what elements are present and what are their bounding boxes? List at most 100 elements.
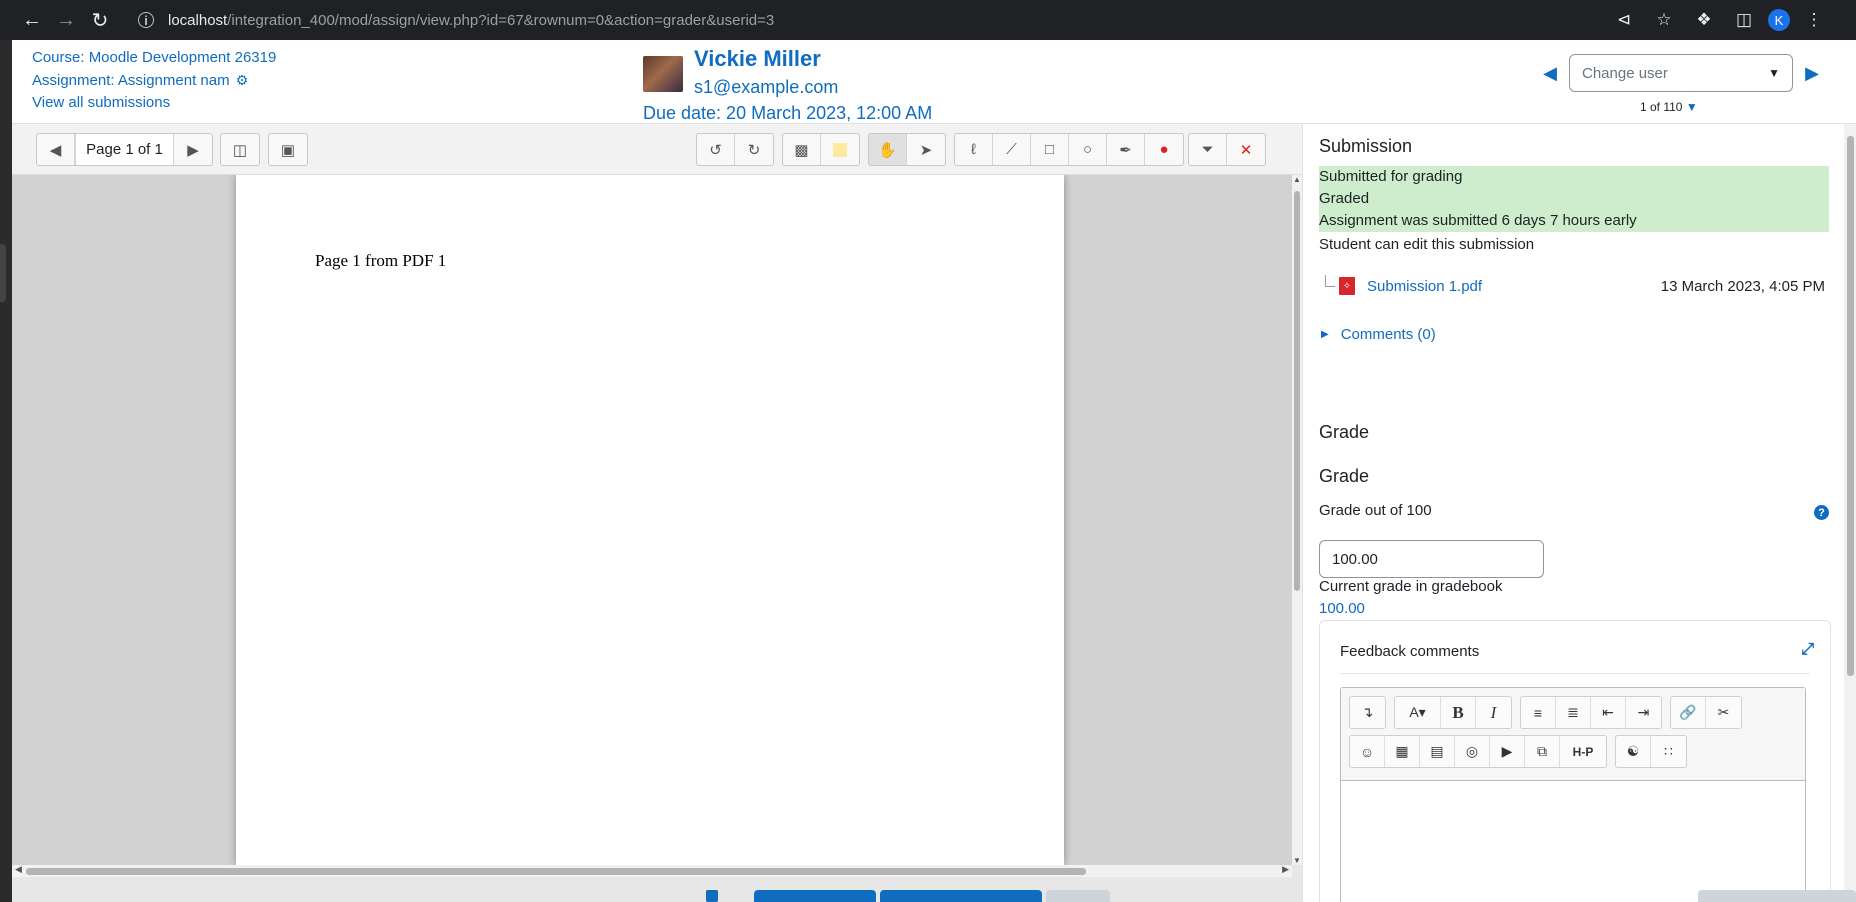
help-icon[interactable]: ?	[1814, 505, 1829, 520]
emoji-icon[interactable]: ☺	[1350, 736, 1385, 767]
menu-icon[interactable]: ⋮	[1798, 4, 1830, 36]
assignment-link[interactable]: Assignment: Assignment nam ⚙	[32, 69, 276, 92]
rotate-left-icon[interactable]: ↺	[697, 134, 735, 165]
indent-icon[interactable]: ⇥	[1626, 697, 1661, 728]
previous-page-icon[interactable]: ◀	[37, 134, 75, 165]
link-icon[interactable]: 🔗	[1671, 697, 1706, 728]
scroll-right-icon[interactable]: ▶	[1282, 864, 1289, 875]
outdent-icon[interactable]: ⇤	[1591, 697, 1626, 728]
rectangle-icon[interactable]: □	[1031, 134, 1069, 165]
next-page-icon[interactable]: ▶	[174, 134, 212, 165]
previous-user-icon[interactable]: ◀	[1537, 63, 1563, 84]
stamp-color-icon[interactable]: ✕	[1227, 134, 1265, 165]
comment-color-icon[interactable]	[821, 134, 859, 165]
tree-connector	[1325, 275, 1335, 287]
scroll-down-icon[interactable]: ▼	[1292, 856, 1302, 865]
footer-toggle-buttons[interactable]	[1698, 890, 1856, 902]
comments-toggle[interactable]: ▶ Comments (0)	[1321, 326, 1436, 343]
user-navigation: ◀ Change user ▼ ▶	[1537, 54, 1825, 92]
expand-collapse-icon[interactable]: ▣	[269, 134, 307, 165]
media-file-icon[interactable]: ▤	[1420, 736, 1455, 767]
course-link[interactable]: Course: Moodle Development 26319	[32, 47, 276, 69]
submission-file-row: ✧ Submission 1.pdf 13 March 2023, 4:05 P…	[1325, 274, 1825, 298]
scroll-left-icon[interactable]: ◀	[15, 864, 22, 875]
caret-right-icon: ▶	[1321, 329, 1329, 340]
site-info-icon[interactable]: i	[138, 12, 154, 28]
bookmark-star-icon[interactable]: ☆	[1648, 4, 1680, 36]
grade-out-of-label: Grade out of 100	[1319, 502, 1432, 519]
assignment-link-label: Assignment: Assignment nam	[32, 72, 230, 89]
pen-icon[interactable]: ℓ	[955, 134, 993, 165]
submission-file-link[interactable]: Submission 1.pdf	[1367, 278, 1482, 295]
editor-toolbar: ↴ A▾ B I ≡ ≣ ⇤ ⇥ 🔗 ✂ ☺ ▦ ▤ ◎ ▶ ⧉ H-P ☯ ∷	[1341, 688, 1805, 781]
page-nav-group: ◀ Page 1 of 1 ▶	[36, 133, 213, 166]
screenreader-helper-icon[interactable]: ∷	[1651, 736, 1686, 767]
record-video-icon[interactable]: ▶	[1490, 736, 1525, 767]
annotation-color-icon[interactable]: ●	[1145, 134, 1183, 165]
notify-checkbox[interactable]	[706, 890, 718, 902]
unlink-icon[interactable]: ✂	[1706, 697, 1741, 728]
fullscreen-expand-icon[interactable]: ⤢	[1801, 641, 1814, 659]
user-name-link[interactable]: Vickie Miller	[694, 46, 821, 72]
back-icon[interactable]: ←	[16, 4, 48, 36]
pan-hand-icon[interactable]: ✋	[869, 134, 907, 165]
url-path: /integration_400/mod/assign/view.php?id=…	[227, 11, 775, 29]
next-user-icon[interactable]: ▶	[1799, 63, 1825, 84]
line-icon[interactable]: ⟋	[993, 134, 1031, 165]
scroll-up-icon[interactable]: ▲	[1292, 175, 1302, 184]
link-group: 🔗 ✂	[1670, 696, 1742, 729]
profile-avatar[interactable]: K	[1768, 9, 1790, 31]
h5p-icon[interactable]: H-P	[1560, 736, 1606, 767]
extensions-icon[interactable]: ❖	[1688, 4, 1720, 36]
save-and-show-next-button[interactable]	[880, 890, 1042, 902]
comment-icon[interactable]: ▩	[783, 134, 821, 165]
paragraph-style-icon[interactable]: A▾	[1395, 697, 1441, 728]
oval-icon[interactable]: ○	[1069, 134, 1107, 165]
ordered-list-icon[interactable]: ≣	[1556, 697, 1591, 728]
gear-icon[interactable]: ⚙	[236, 69, 249, 91]
feedback-editor: ↴ A▾ B I ≡ ≣ ⇤ ⇥ 🔗 ✂ ☺ ▦ ▤ ◎ ▶ ⧉ H-P ☯ ∷	[1340, 687, 1806, 902]
page-select[interactable]: Page 1 of 1	[75, 134, 174, 165]
status-timing: Assignment was submitted 6 days 7 hours …	[1319, 212, 1637, 229]
image-icon[interactable]: ▦	[1385, 736, 1420, 767]
current-grade-link[interactable]: 100.00	[1319, 600, 1365, 617]
view-all-submissions-link[interactable]: View all submissions	[32, 92, 276, 114]
pdf-vertical-scroll-thumb[interactable]	[1294, 191, 1300, 591]
status-submitted: Submitted for grading	[1319, 168, 1463, 185]
pdf-viewer[interactable]: Page 1 from PDF 1	[12, 175, 1292, 865]
italic-icon[interactable]: I	[1476, 697, 1511, 728]
address-bar[interactable]: i localhost/integration_400/mod/assign/v…	[138, 12, 774, 29]
manage-files-icon[interactable]: ⧉	[1525, 736, 1560, 767]
pdf-horizontal-scrollbar[interactable]: ◀ ▶	[12, 864, 1292, 877]
grading-panel: Submission Submitted for grading Graded …	[1302, 124, 1856, 902]
feedback-editor-content[interactable]	[1341, 781, 1805, 902]
browser-toolbar: ← → ↻ i localhost/integration_400/mod/as…	[0, 0, 1856, 40]
save-changes-button[interactable]	[754, 890, 876, 902]
grade-input[interactable]: 100.00	[1319, 540, 1544, 578]
forward-icon[interactable]: →	[50, 4, 82, 36]
reset-button[interactable]	[1046, 890, 1110, 902]
side-panel-icon[interactable]: ◫	[1728, 4, 1760, 36]
show-more-icon[interactable]: ↴	[1350, 697, 1385, 728]
grader-header: Course: Moodle Development 26319 Assignm…	[12, 40, 1856, 124]
pdf-horizontal-scroll-thumb[interactable]	[26, 868, 1086, 875]
left-edge	[0, 40, 12, 902]
filter-icon[interactable]: ▼	[1686, 100, 1698, 114]
user-email: s1@example.com	[694, 77, 839, 97]
pdf-vertical-scrollbar[interactable]: ▲ ▼	[1292, 175, 1302, 865]
unordered-list-icon[interactable]: ≡	[1521, 697, 1556, 728]
reload-icon[interactable]: ↻	[84, 4, 116, 36]
change-user-select[interactable]: Change user ▼	[1569, 54, 1793, 92]
bold-icon[interactable]: B	[1441, 697, 1476, 728]
rotate-right-icon[interactable]: ↻	[735, 134, 773, 165]
stamp-icon[interactable]: ⏷	[1189, 134, 1227, 165]
select-pointer-icon[interactable]: ➤	[907, 134, 945, 165]
accessibility-checker-icon[interactable]: ☯	[1616, 736, 1651, 767]
grading-panel-scrollbar[interactable]	[1844, 124, 1856, 902]
share-icon[interactable]: ⊲	[1608, 4, 1640, 36]
pdf-page[interactable]: Page 1 from PDF 1	[236, 175, 1064, 865]
search-comments-icon[interactable]: ◫	[221, 134, 259, 165]
record-audio-icon[interactable]: ◎	[1455, 736, 1490, 767]
highlight-icon[interactable]: ✒	[1107, 134, 1145, 165]
grading-panel-scroll-thumb[interactable]	[1847, 136, 1854, 676]
